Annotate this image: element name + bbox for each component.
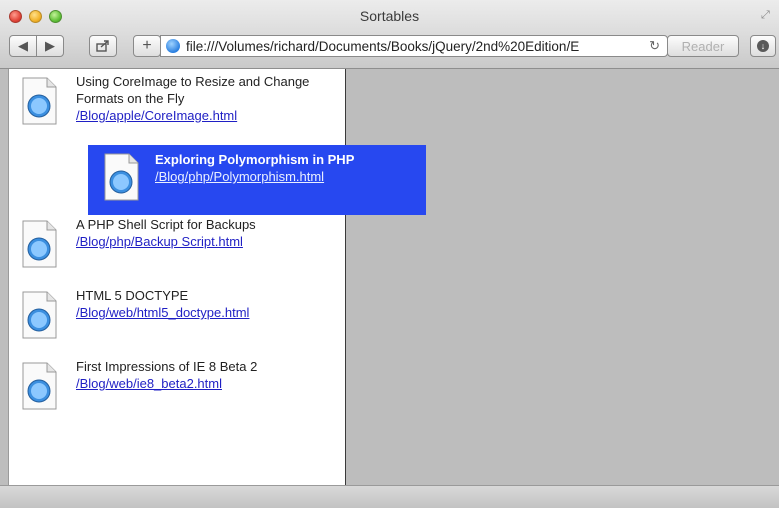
reader-button[interactable]: Reader	[667, 35, 739, 57]
status-bar	[0, 485, 779, 508]
item-link[interactable]: /Blog/web/html5_doctype.html	[76, 304, 346, 321]
item-link[interactable]: /Blog/php/Polymorphism.html	[155, 168, 415, 185]
item-link[interactable]: /Blog/apple/CoreImage.html	[76, 107, 346, 124]
item-title: Using CoreImage to Resize and Change For…	[76, 74, 310, 106]
plus-icon: +	[142, 37, 152, 54]
globe-icon	[166, 39, 180, 53]
page-content: Using CoreImage to Resize and Change For…	[0, 69, 779, 485]
sortable-list: Using CoreImage to Resize and Change For…	[8, 69, 346, 485]
item-title: Exploring Polymorphism in PHP	[155, 152, 355, 167]
window-toolbar: Sortables ⤢ ◀ ▶ + file:///Volumes/richar…	[0, 0, 779, 69]
window-title: Sortables	[359, 8, 420, 24]
address-input[interactable]: file:///Volumes/richard/Documents/Books/…	[186, 39, 643, 54]
html-document-icon	[22, 220, 57, 268]
share-icon	[96, 40, 109, 52]
item-link[interactable]: /Blog/php/Backup Script.html	[76, 233, 346, 250]
html-document-icon	[22, 291, 57, 339]
add-bookmark-button[interactable]: +	[133, 35, 161, 57]
html-document-icon	[104, 153, 139, 201]
downloads-button[interactable]: ↓	[750, 35, 776, 57]
back-button[interactable]: ◀	[9, 35, 37, 57]
item-link[interactable]: /Blog/web/ie8_beta2.html	[76, 375, 346, 392]
forward-arrow-icon: ▶	[45, 38, 55, 53]
back-arrow-icon: ◀	[18, 38, 28, 53]
download-icon: ↓	[757, 40, 769, 52]
reload-icon[interactable]: ↻	[649, 38, 660, 54]
fullscreen-icon[interactable]: ⤢	[761, 9, 773, 21]
html-document-icon	[22, 77, 57, 125]
html-document-icon	[22, 362, 57, 410]
address-bar[interactable]: file:///Volumes/richard/Documents/Books/…	[160, 35, 668, 57]
dragging-list-item[interactable]: Exploring Polymorphism in PHP /Blog/php/…	[88, 145, 426, 215]
share-button[interactable]	[89, 35, 117, 57]
item-title: First Impressions of IE 8 Beta 2	[76, 359, 258, 374]
browser-window: Sortables ⤢ ◀ ▶ + file:///Volumes/richar…	[0, 0, 779, 508]
item-title: HTML 5 DOCTYPE	[76, 288, 189, 303]
item-title: A PHP Shell Script for Backups	[76, 217, 256, 232]
forward-button[interactable]: ▶	[36, 35, 64, 57]
